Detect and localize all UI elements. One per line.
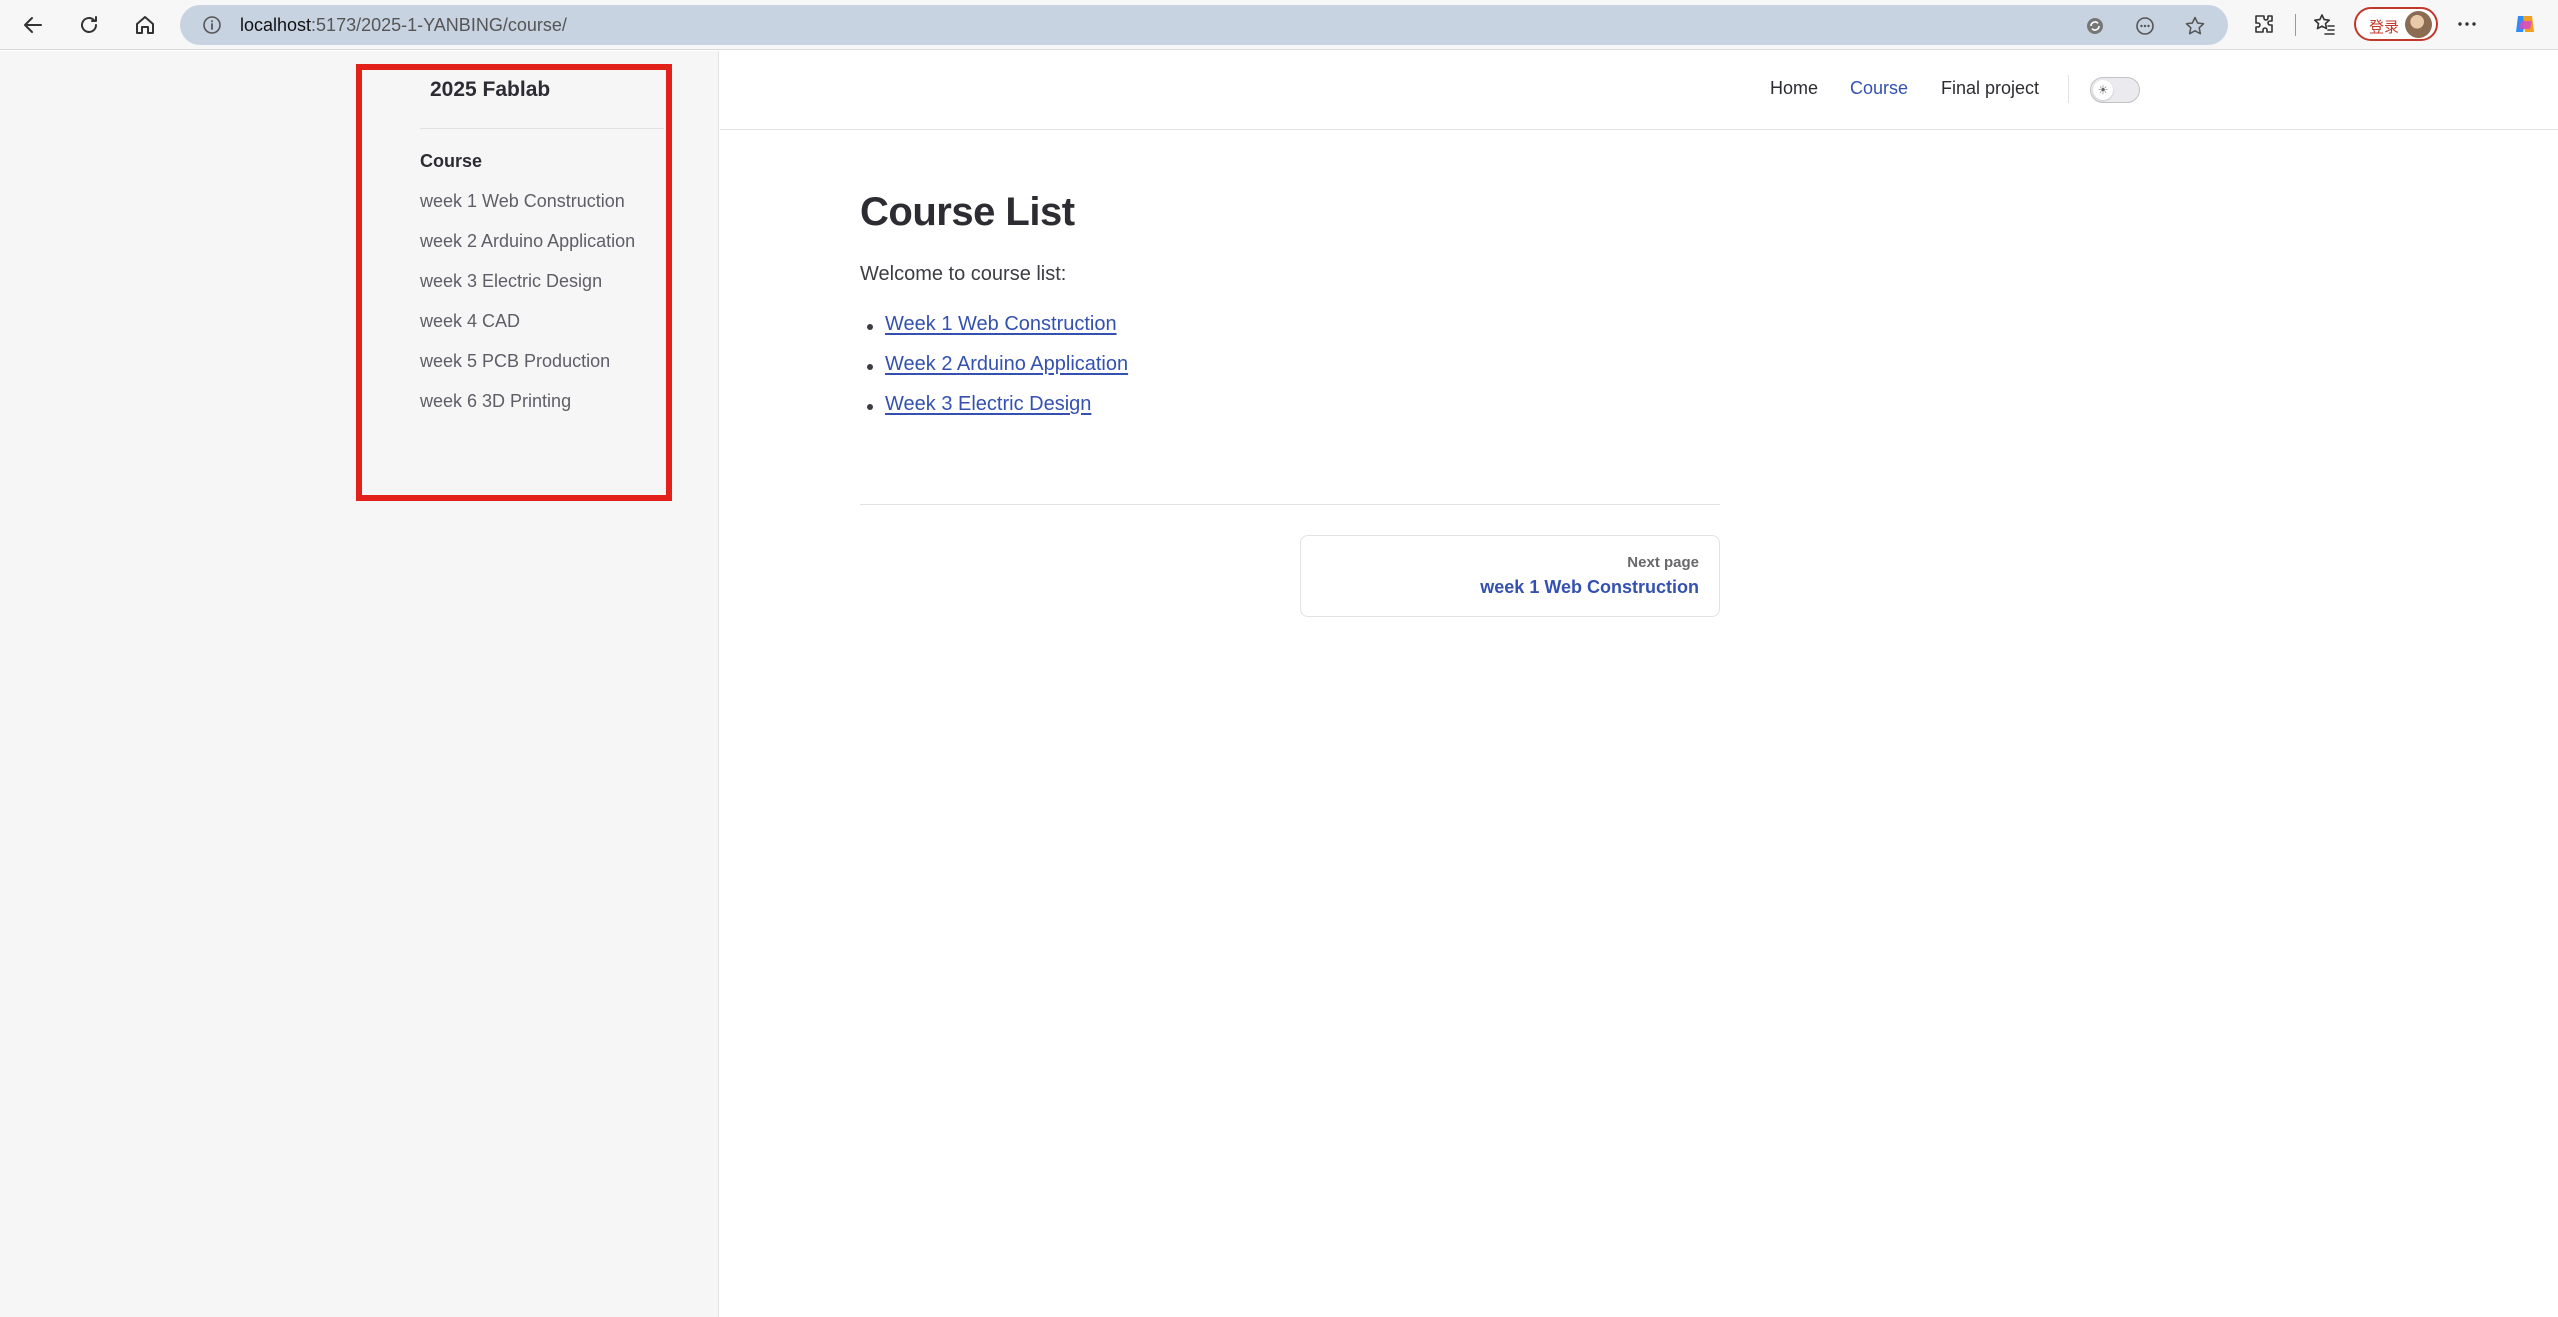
profile-login-button[interactable]: 登录: [2354, 7, 2438, 41]
info-icon[interactable]: [202, 15, 222, 35]
copilot-button[interactable]: [2512, 11, 2538, 37]
list-item: Week 2 Arduino Application: [860, 353, 1128, 393]
top-navigation: Home Course Final project ☀: [720, 51, 2558, 130]
url-host: localhost: [240, 15, 312, 35]
browser-toolbar: localhost:5173/2025-1-YANBING/course/ 登录: [0, 0, 2558, 50]
toolbar-separator: [2295, 14, 2296, 36]
intro-text: Welcome to course list:: [860, 263, 1067, 285]
course-link-week-1[interactable]: Week 1 Web Construction: [885, 313, 1117, 335]
puzzle-icon: [2255, 15, 2273, 33]
more-menu-button[interactable]: [2454, 11, 2480, 37]
home-button[interactable]: [126, 6, 164, 44]
course-link-list: Week 1 Web Construction Week 2 Arduino A…: [860, 313, 1128, 433]
course-link-week-3[interactable]: Week 3 Electric Design: [885, 393, 1091, 415]
reload-button[interactable]: [70, 6, 108, 44]
reading-mode-icon[interactable]: [2134, 15, 2156, 37]
content-divider: [860, 504, 1720, 505]
url-text[interactable]: localhost:5173/2025-1-YANBING/course/: [240, 15, 567, 36]
nav-divider: [2068, 75, 2069, 103]
favorite-star-icon[interactable]: [2184, 15, 2206, 37]
list-item: Week 1 Web Construction: [860, 313, 1128, 353]
login-label: 登录: [2369, 18, 2400, 36]
back-button[interactable]: [14, 6, 52, 44]
list-item: Week 3 Electric Design: [860, 393, 1128, 433]
appearance-toggle[interactable]: ☀: [2090, 77, 2140, 103]
address-bar[interactable]: localhost:5173/2025-1-YANBING/course/: [180, 5, 2228, 45]
home-icon: [136, 16, 154, 34]
url-path: :5173/2025-1-YANBING/course/: [311, 15, 567, 35]
next-page-title: week 1 Web Construction: [1480, 577, 1699, 597]
nav-final-project[interactable]: Final project: [1941, 78, 2039, 99]
edge-refresh-icon[interactable]: [2084, 15, 2106, 37]
back-arrow-icon: [24, 17, 42, 33]
sidebar-highlight-annotation: [356, 64, 672, 501]
more-dots-icon: [2458, 22, 2476, 26]
next-page-button[interactable]: Next page week 1 Web Construction: [1300, 535, 1720, 617]
favorites-button[interactable]: [2311, 11, 2337, 37]
avatar: [2405, 11, 2432, 38]
extensions-button[interactable]: [2251, 11, 2277, 37]
course-link-week-2[interactable]: Week 2 Arduino Application: [885, 353, 1128, 375]
favorites-star-list-icon: [2314, 14, 2335, 35]
nav-course[interactable]: Course: [1850, 78, 1908, 99]
next-page-label: Next page: [1627, 554, 1699, 571]
page-title: Course List: [860, 190, 1075, 234]
nav-home[interactable]: Home: [1770, 78, 1818, 99]
sun-icon: ☀: [2093, 80, 2113, 100]
reload-icon: [81, 16, 97, 33]
copilot-icon: [2516, 16, 2534, 32]
